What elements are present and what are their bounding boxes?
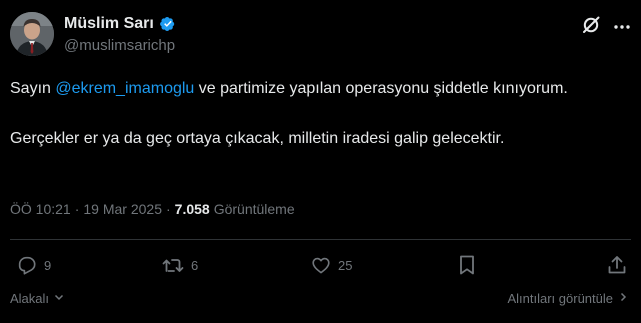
avatar-image <box>10 12 54 56</box>
reply-count: 9 <box>44 257 52 273</box>
tweet-date[interactable]: 19 Mar 2025 <box>83 201 162 217</box>
view-quotes-link[interactable]: Alıntıları görüntüle <box>507 291 629 306</box>
chevron-right-icon <box>617 291 629 306</box>
tweet-meta: ÖÖ 10:21 · 19 Mar 2025 · 7.058 Görüntüle… <box>10 201 295 217</box>
action-bar: 9 6 25 <box>0 252 641 278</box>
tweet-paragraph-2: Gerçekler er ya da geç ortaya çıkacak, m… <box>10 130 505 147</box>
avatar[interactable] <box>10 12 54 56</box>
tweet-text-prefix: Sayın <box>10 80 56 97</box>
views-label: Görüntüleme <box>213 201 295 217</box>
mention-link[interactable]: @ekrem_imamoglu <box>55 80 194 97</box>
quotes-label: Alıntıları görüntüle <box>507 291 613 306</box>
repost-icon <box>161 254 185 276</box>
related-label: Alakalı <box>10 291 50 306</box>
chevron-down-icon <box>53 291 65 306</box>
share-icon <box>606 254 628 276</box>
reply-icon <box>16 254 38 276</box>
meta-separator: · <box>74 201 80 217</box>
repost-count: 6 <box>191 257 199 273</box>
author-block: Müslim Sarı @muslimsarichp <box>64 13 176 54</box>
repost-button[interactable]: 6 <box>161 252 198 278</box>
more-icon[interactable] <box>612 22 632 32</box>
tweet-paragraph-1: Sayın @ekrem_imamoglu ve partimize yapıl… <box>10 76 630 101</box>
author-name-row: Müslim Sarı <box>64 13 176 35</box>
verified-badge-icon[interactable] <box>158 15 176 33</box>
tweet-text: Sayın @ekrem_imamoglu ve partimize yapıl… <box>10 76 630 151</box>
author-handle[interactable]: @muslimsarichp <box>64 37 176 54</box>
like-button[interactable]: 25 <box>310 252 352 278</box>
grok-icon[interactable] <box>580 14 602 36</box>
author-display-name[interactable]: Müslim Sarı <box>64 15 154 33</box>
reply-button[interactable]: 9 <box>16 252 51 278</box>
tweet-text-suffix: ve partimize yapılan operasyonu şiddetle… <box>194 80 568 97</box>
bookmark-button[interactable] <box>457 252 477 278</box>
views-count: 7.058 <box>174 201 210 217</box>
heart-icon <box>310 254 332 276</box>
related-toggle[interactable]: Alakalı <box>10 291 65 306</box>
divider <box>10 239 631 240</box>
tweet-card: Müslim Sarı @muslimsarichp Sayın @ekrem_… <box>0 0 641 323</box>
tweet-time[interactable]: ÖÖ 10:21 <box>10 201 71 217</box>
bookmark-icon <box>457 254 477 276</box>
share-button[interactable] <box>606 252 628 278</box>
meta-separator: · <box>165 201 171 217</box>
like-count: 25 <box>338 257 353 273</box>
